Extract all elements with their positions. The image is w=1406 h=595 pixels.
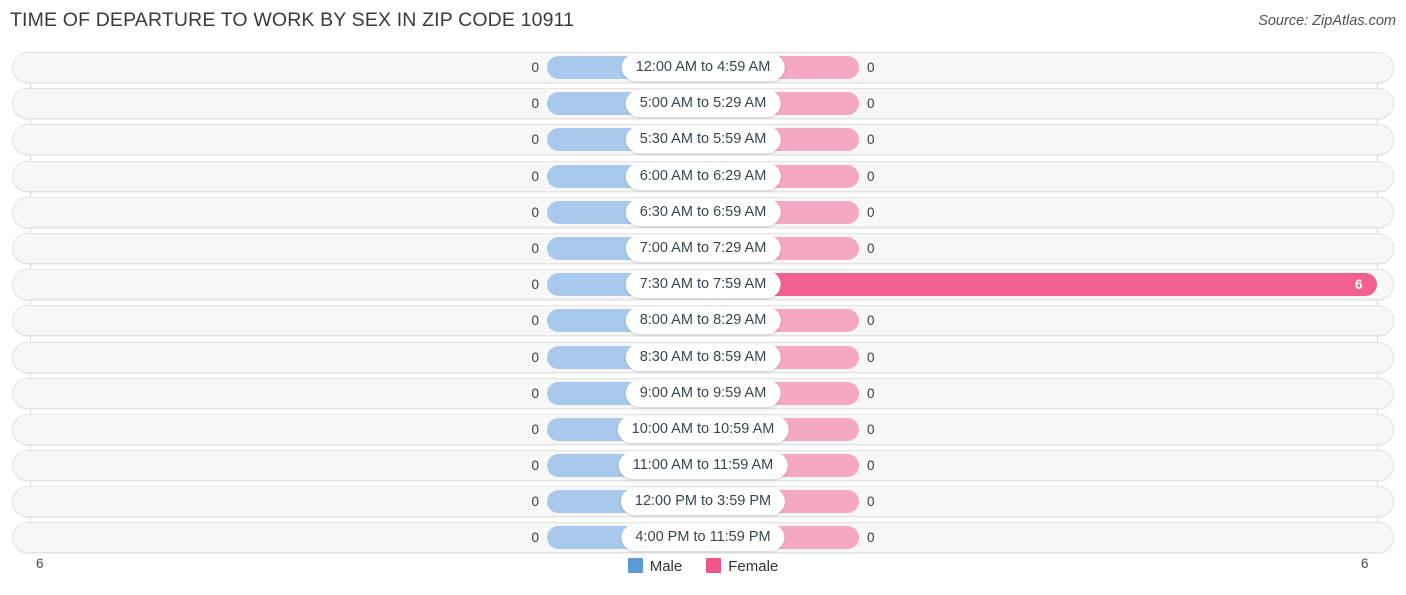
category-label: 12:00 PM to 3:59 PM: [620, 488, 786, 516]
table-row[interactable]: 0 0 7:00 AM to 7:29 AM: [0, 232, 1406, 264]
category-label: 11:00 AM to 11:59 AM: [618, 452, 788, 480]
category-label: 10:00 AM to 10:59 AM: [617, 415, 789, 443]
bar-value-male: 0: [531, 132, 539, 148]
bar-value-female: 0: [867, 168, 875, 184]
table-row[interactable]: 0 0 4:00 PM to 11:59 PM: [0, 522, 1406, 554]
category-label: 5:30 AM to 5:59 AM: [625, 126, 781, 154]
bar-value-male: 0: [531, 494, 539, 510]
category-label: 5:00 AM to 5:29 AM: [625, 90, 781, 118]
bar-value-female: 0: [867, 458, 875, 474]
bar-value-female: 0: [867, 530, 875, 546]
category-label: 8:30 AM to 8:59 AM: [625, 343, 781, 371]
bar-value-male: 0: [531, 60, 539, 75]
bar-row-list: 0 0 12:00 AM to 4:59 AM 0 0 5:00 AM to 5:29 A…: [0, 52, 1406, 559]
bar-female[interactable]: [703, 273, 1377, 297]
bar-value-male: 0: [531, 385, 539, 401]
legend-item-female[interactable]: Female: [706, 558, 778, 575]
bar-value-female: 0: [867, 60, 875, 75]
table-row[interactable]: 0 0 5:00 AM to 5:29 AM: [0, 88, 1406, 120]
bar-value-male: 0: [531, 277, 539, 293]
bar-value-female: 0: [867, 313, 875, 329]
bar-value-male: 0: [531, 349, 539, 365]
bar-value-female: 0: [867, 385, 875, 401]
legend-label-male: Male: [649, 558, 683, 575]
category-label: 7:30 AM to 7:59 AM: [625, 271, 781, 299]
category-label: 8:00 AM to 8:29 AM: [625, 307, 781, 335]
table-row[interactable]: 0 0 10:00 AM to 10:59 AM: [0, 413, 1406, 445]
table-row[interactable]: 0 0 5:30 AM to 5:59 AM: [0, 124, 1406, 156]
bar-value-male: 0: [531, 421, 539, 437]
table-row[interactable]: 0 0 8:00 AM to 8:29 AM: [0, 305, 1406, 337]
table-row[interactable]: 0 0 6:00 AM to 6:29 AM: [0, 160, 1406, 192]
bar-value-male: 0: [531, 168, 539, 184]
bar-value-female: 0: [867, 96, 875, 112]
bar-value-female: 0: [867, 240, 875, 256]
bar-value-male: 0: [531, 240, 539, 256]
legend-swatch-male-icon: [627, 558, 643, 573]
table-row[interactable]: 0 0 11:00 AM to 11:59 AM: [0, 450, 1406, 482]
chart-header: TIME OF DEPARTURE TO WORK BY SEX IN ZIP …: [0, 0, 1406, 46]
legend-swatch-female-icon: [706, 558, 722, 573]
bar-value-female: 6: [1355, 277, 1363, 293]
source-attribution: Source: ZipAtlas.com: [1258, 13, 1396, 29]
page-title: TIME OF DEPARTURE TO WORK BY SEX IN ZIP …: [10, 9, 575, 31]
chart-plot-area: 0 0 12:00 AM to 4:59 AM 0 0 5:00 AM to 5:29 A…: [0, 52, 1406, 554]
table-row[interactable]: 0 0 6:30 AM to 6:59 AM: [0, 196, 1406, 228]
bar-value-male: 0: [531, 96, 539, 112]
category-label: 6:00 AM to 6:29 AM: [625, 162, 781, 190]
table-row[interactable]: 0 6 7:30 AM to 7:59 AM: [0, 269, 1406, 301]
bar-value-male: 0: [531, 313, 539, 329]
bar-value-male: 0: [531, 458, 539, 474]
table-row[interactable]: 0 0 12:00 PM to 3:59 PM: [0, 486, 1406, 518]
chart-legend: Male Female: [0, 558, 1406, 575]
bar-value-female: 0: [867, 204, 875, 220]
bar-value-male: 0: [531, 204, 539, 220]
category-label: 9:00 AM to 9:59 AM: [625, 379, 781, 407]
legend-item-male[interactable]: Male: [627, 558, 683, 575]
bar-value-female: 0: [867, 132, 875, 148]
legend-label-female: Female: [728, 558, 779, 575]
category-label: 7:00 AM to 7:29 AM: [625, 234, 781, 262]
bar-value-female: 0: [867, 494, 875, 510]
bar-value-female: 0: [867, 349, 875, 365]
table-row[interactable]: 0 0 9:00 AM to 9:59 AM: [0, 377, 1406, 409]
category-label: 4:00 PM to 11:59 PM: [621, 524, 785, 552]
bar-value-male: 0: [531, 530, 539, 546]
table-row[interactable]: 0 0 12:00 AM to 4:59 AM: [0, 52, 1406, 83]
bar-value-female: 0: [867, 421, 875, 437]
table-row[interactable]: 0 0 8:30 AM to 8:59 AM: [0, 341, 1406, 373]
category-label: 12:00 AM to 4:59 AM: [621, 54, 785, 81]
category-label: 6:30 AM to 6:59 AM: [625, 198, 781, 226]
